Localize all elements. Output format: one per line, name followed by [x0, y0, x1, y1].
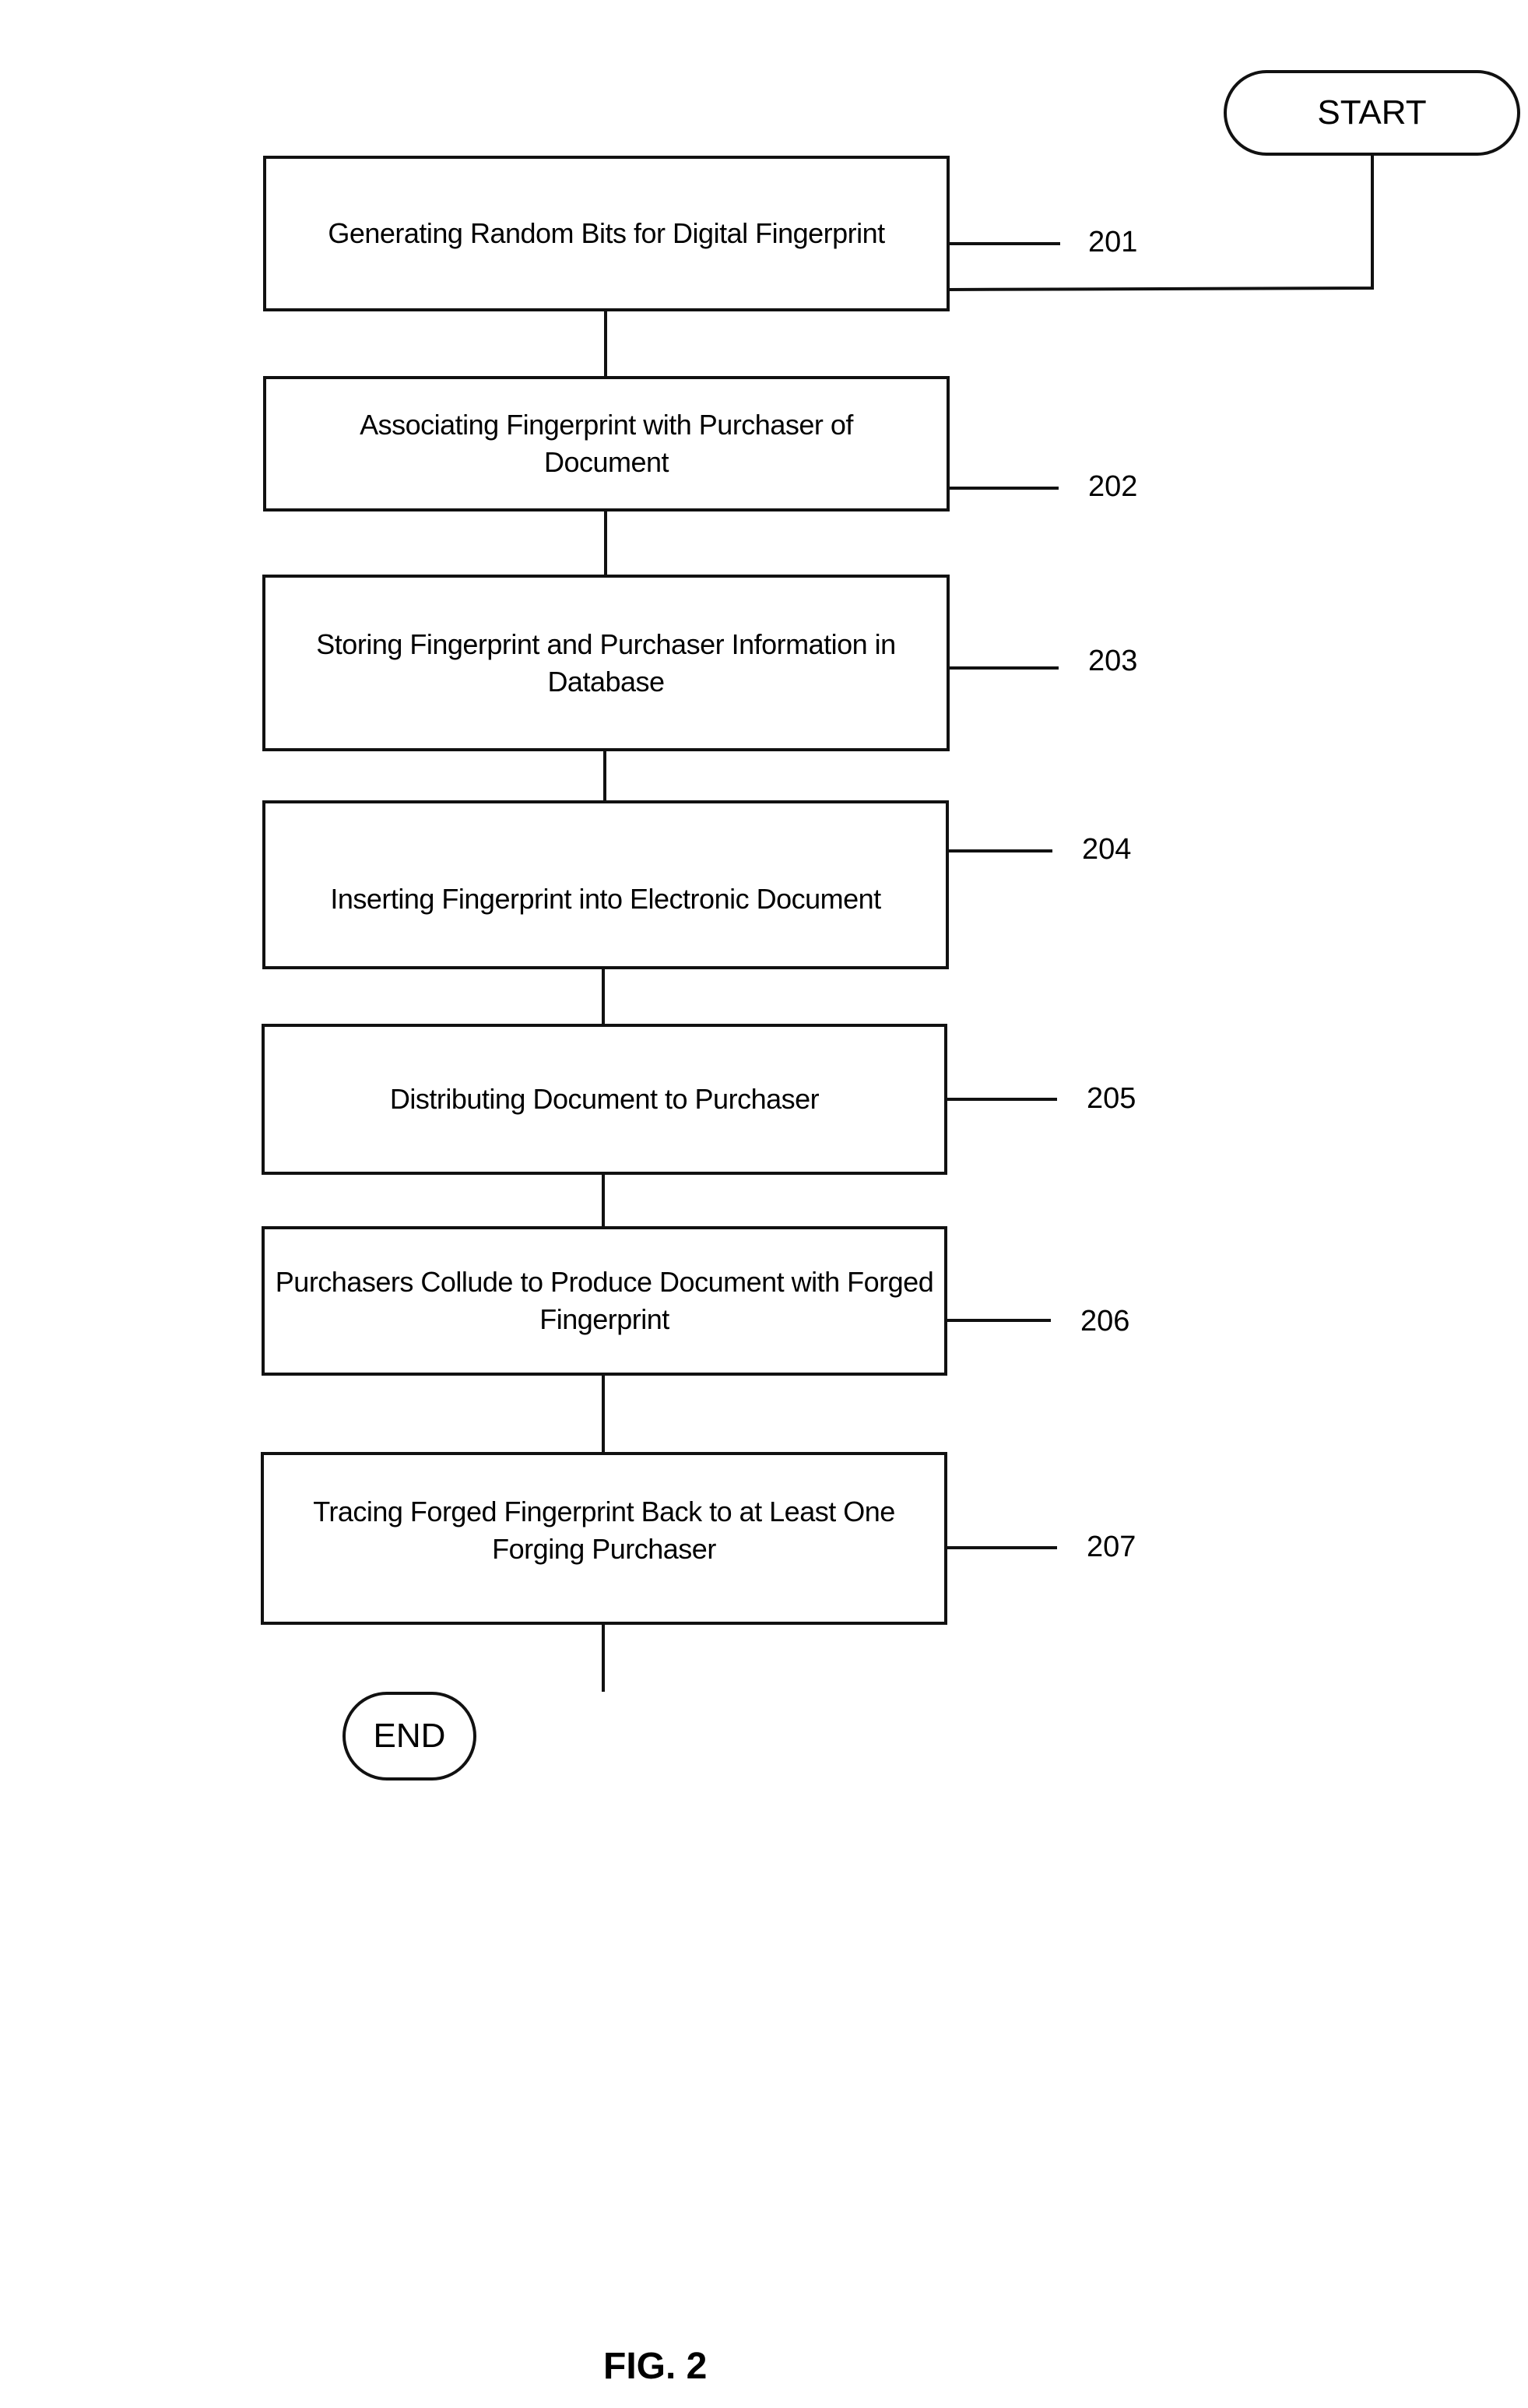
- ref-label: 205: [1087, 1082, 1136, 1115]
- ref-label: 201: [1088, 226, 1138, 258]
- step-text: Tracing Forged Fingerprint Back to at Le…: [313, 1496, 895, 1565]
- end-label: END: [373, 1717, 446, 1755]
- figure-caption: FIG. 2: [603, 2346, 708, 2387]
- step-box-201: Generating Random Bits for Digital Finge…: [263, 156, 950, 311]
- end-terminal: END: [342, 1692, 476, 1781]
- start-label: START: [1317, 93, 1427, 132]
- step-box-204: Inserting Fingerprint into Electronic Do…: [262, 800, 949, 969]
- step-box-202: Associating Fingerprint with Purchaser o…: [263, 376, 950, 511]
- ref-label: 207: [1087, 1531, 1136, 1563]
- step-box-205: Distributing Document to Purchaser: [262, 1024, 947, 1175]
- step-text: Inserting Fingerprint into Electronic Do…: [330, 882, 881, 915]
- ref-label: 204: [1082, 833, 1132, 866]
- ref-label: 206: [1080, 1305, 1130, 1338]
- step-box-207: Tracing Forged Fingerprint Back to at Le…: [261, 1452, 947, 1625]
- ref-label: 202: [1088, 470, 1138, 503]
- step-text: Storing Fingerprint and Purchaser Inform…: [316, 627, 896, 698]
- ref-label: 203: [1088, 645, 1138, 677]
- step-text: Associating Fingerprint with Purchaser o…: [360, 409, 853, 478]
- step-box-206: Purchasers Collude to Produce Document w…: [262, 1226, 947, 1376]
- step-text: Purchasers Collude to Produce Document w…: [275, 1266, 934, 1335]
- step-text: Distributing Document to Purchaser: [389, 1083, 820, 1115]
- start-connector: [947, 154, 1374, 291]
- step-box-203: Storing Fingerprint and Purchaser Inform…: [262, 575, 950, 751]
- start-terminal: START: [1224, 70, 1520, 156]
- step-text: Generating Random Bits for Digital Finge…: [328, 217, 885, 249]
- connector-lines: [602, 154, 1374, 1692]
